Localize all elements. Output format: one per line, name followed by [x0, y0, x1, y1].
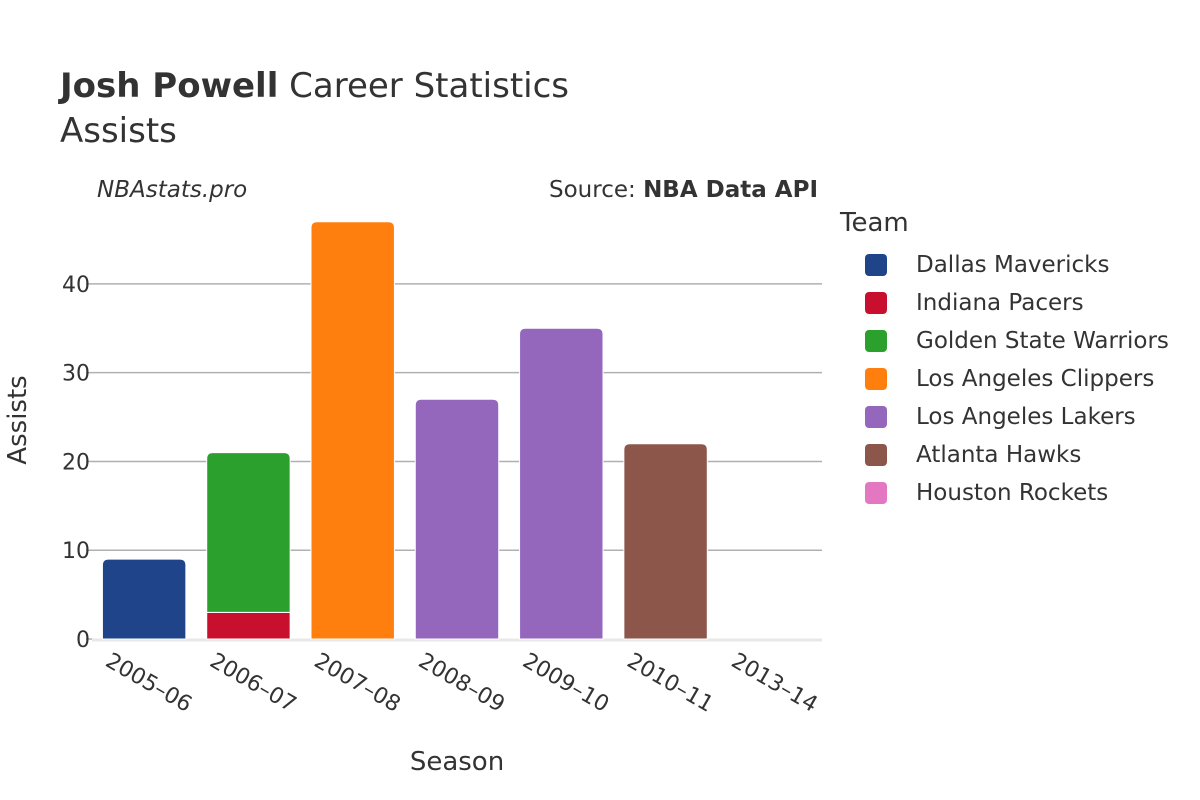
legend-label: Houston Rockets	[916, 480, 1109, 506]
legend-label: Los Angeles Lakers	[916, 404, 1136, 430]
x-axis-title: Season	[410, 747, 504, 777]
legend-label: Atlanta Hawks	[916, 442, 1082, 468]
legend-item-dallas-mavericks[interactable]: Dallas Mavericks	[840, 246, 1169, 284]
x-tick-label: 2006–07	[205, 649, 300, 718]
legend-item-los-angeles-clippers[interactable]: Los Angeles Clippers	[840, 360, 1169, 398]
bar-indiana-pacers-2006–07[interactable]	[206, 611, 291, 640]
y-tick-label: 20	[62, 450, 90, 475]
legend-label: Indiana Pacers	[916, 290, 1084, 316]
bar-atlanta-hawks-2010–11[interactable]	[623, 443, 708, 640]
bar-dallas-mavericks-2005–06[interactable]	[101, 558, 187, 640]
legend-swatch	[865, 368, 887, 390]
x-tick-label: 2005–06	[101, 649, 196, 718]
x-tick-label: 2013–14	[727, 649, 822, 718]
legend-item-los-angeles-lakers[interactable]: Los Angeles Lakers	[840, 398, 1169, 436]
x-tick-label: 2009–10	[518, 649, 613, 718]
bar-los-angeles-lakers-2009–10[interactable]	[519, 327, 604, 640]
legend-swatch	[865, 330, 887, 352]
legend-swatch	[865, 444, 887, 466]
legend-item-houston-rockets[interactable]: Houston Rockets	[840, 474, 1169, 512]
bar-golden-state-warriors-2006–07[interactable]	[206, 452, 291, 613]
legend-label: Golden State Warriors	[916, 328, 1169, 354]
legend-title: Team	[840, 208, 909, 238]
legend-label: Los Angeles Clippers	[916, 366, 1155, 392]
legend-item-atlanta-hawks[interactable]: Atlanta Hawks	[840, 436, 1169, 474]
legend-swatch	[865, 292, 887, 314]
bar-los-angeles-clippers-2007–08[interactable]	[310, 221, 395, 640]
x-tick-label: 2008–09	[414, 649, 509, 718]
y-tick-label: 0	[76, 628, 90, 653]
legend-swatch	[865, 406, 887, 428]
x-axis-ticks: 2005–06 2006–07 2007–08 2008–09 2009–10 2010–…	[101, 649, 821, 718]
legend: Team Dallas Mavericks Indiana Pacers Golde…	[840, 208, 1169, 512]
legend-item-indiana-pacers[interactable]: Indiana Pacers	[840, 284, 1169, 322]
y-tick-label: 10	[62, 539, 90, 564]
bar-los-angeles-lakers-2008–09[interactable]	[414, 398, 500, 640]
legend-label: Dallas Mavericks	[916, 252, 1110, 278]
legend-swatch	[865, 254, 887, 276]
x-tick-label: 2010–11	[623, 649, 718, 718]
y-tick-label: 30	[62, 362, 90, 387]
y-axis-title: Assists	[3, 375, 33, 464]
x-tick-label: 2007–08	[310, 649, 405, 718]
legend-swatch	[865, 482, 887, 504]
y-tick-label: 40	[62, 273, 90, 298]
y-axis-ticks: 0 10 20 30 40	[62, 273, 92, 653]
legend-item-golden-state-warriors[interactable]: Golden State Warriors	[840, 322, 1169, 360]
